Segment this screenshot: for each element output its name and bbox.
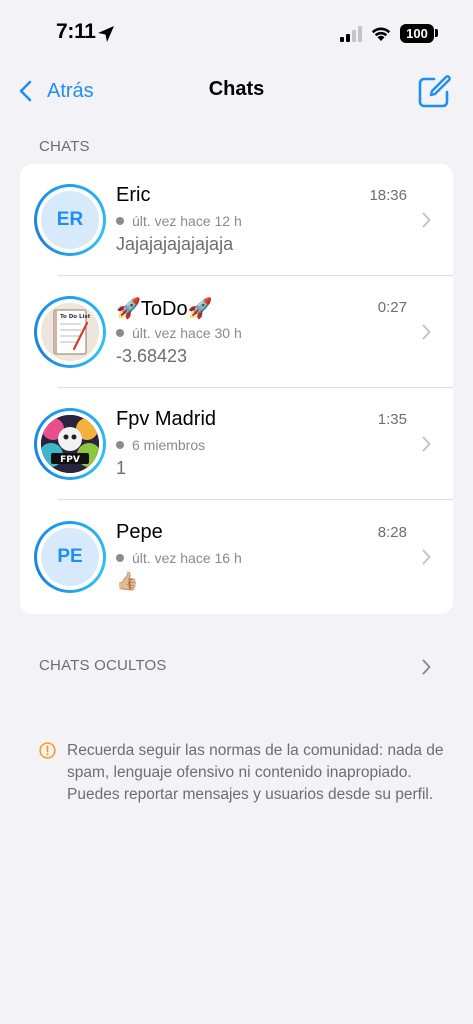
chat-status: últ. vez hace 12 h <box>116 213 242 229</box>
avatar-story-ring: PE <box>34 521 106 593</box>
status-bar: 7:11 100 <box>0 0 473 60</box>
status-dot-icon <box>116 329 124 337</box>
status-dot-icon <box>116 554 124 562</box>
fpv-drone-colorful-logo-icon: FPV <box>41 415 99 473</box>
to-do-list-notebook-icon: To Do List <box>41 303 99 361</box>
chevron-right-icon <box>422 659 431 675</box>
svg-text:To Do List: To Do List <box>60 314 91 320</box>
svg-text:FPV: FPV <box>60 455 80 465</box>
avatar-fpv-logo-image: FPV <box>41 415 99 473</box>
chat-time: 0:27 <box>377 299 407 316</box>
chat-time: 18:36 <box>369 187 407 204</box>
chats-section-header: CHATS <box>39 138 90 155</box>
exclamation-circle-icon <box>39 742 56 759</box>
hidden-chats-label: CHATS OCULTOS <box>39 657 167 674</box>
avatar-story-ring: To Do List <box>34 296 106 368</box>
community-guidelines-notice: Recuerda seguir las normas de la comunid… <box>67 742 444 803</box>
cellular-signal-icon <box>340 26 362 42</box>
chat-row-fpv-madrid[interactable]: FPV Fpv Madrid 1:35 6 miembros 1 <box>20 388 453 500</box>
avatar-todo-list-image: To Do List <box>41 303 99 361</box>
chevron-right-icon <box>422 436 431 452</box>
chat-preview: Jajajajajajajaja <box>116 234 234 254</box>
chat-status: últ. vez hace 16 h <box>116 550 242 566</box>
chat-name: Fpv Madrid <box>116 408 217 430</box>
hidden-chats-row[interactable]: CHATS OCULTOS <box>20 646 453 686</box>
wifi-icon <box>371 27 391 41</box>
row-separator <box>58 499 453 500</box>
compose-icon[interactable] <box>416 74 452 110</box>
chat-status-text: últ. vez hace 16 h <box>132 550 242 566</box>
battery-tip <box>435 29 438 37</box>
chat-row-todo[interactable]: To Do List 🚀ToDo🚀 0:27 últ. vez hace 30 … <box>20 276 453 388</box>
status-dot-icon <box>116 217 124 225</box>
battery-icon: 100 <box>400 24 434 43</box>
chat-name: Eric <box>116 184 151 206</box>
chat-preview: 1 <box>116 458 127 478</box>
chat-time: 1:35 <box>377 411 407 428</box>
chats-list: ER Eric 18:36 últ. vez hace 12 h Jajajaj… <box>20 164 453 614</box>
chat-name: Pepe <box>116 521 163 543</box>
chat-status-text: 6 miembros <box>132 437 206 453</box>
navigation-bar: Atrás Chats <box>0 60 473 120</box>
chat-time: 8:28 <box>377 524 407 541</box>
avatar: PE <box>41 528 99 586</box>
avatar: ER <box>41 191 99 249</box>
status-time: 7:11 <box>56 20 96 43</box>
chat-row-eric[interactable]: ER Eric 18:36 últ. vez hace 12 h Jajajaj… <box>20 164 453 276</box>
page-title: Chats <box>208 78 265 100</box>
chat-status-text: últ. vez hace 30 h <box>132 325 242 341</box>
avatar-story-ring: ER <box>34 184 106 256</box>
chat-preview: 👍🏼 <box>116 571 139 591</box>
chevron-right-icon <box>422 212 431 228</box>
avatar-story-ring: FPV <box>34 408 106 480</box>
chat-preview: -3.68423 <box>116 346 188 366</box>
chevron-right-icon <box>422 549 431 565</box>
chat-status: 6 miembros <box>116 437 205 453</box>
chat-status: últ. vez hace 30 h <box>116 325 242 341</box>
chat-row-pepe[interactable]: PE Pepe 8:28 últ. vez hace 16 h 👍🏼 <box>20 501 453 613</box>
location-arrow-icon <box>98 26 114 42</box>
status-dot-icon <box>116 441 124 449</box>
chat-name: 🚀ToDo🚀 <box>116 298 213 320</box>
chat-status-text: últ. vez hace 12 h <box>132 213 242 229</box>
chevron-right-icon <box>422 324 431 340</box>
